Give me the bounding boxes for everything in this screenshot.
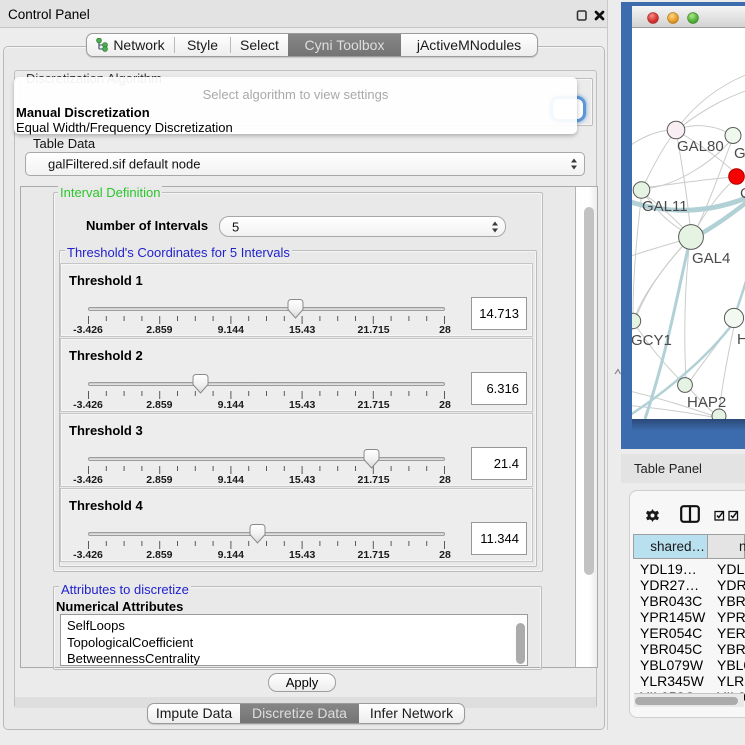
svg-text:GCY1: GCY1	[632, 332, 672, 349]
svg-text:GAL80: GAL80	[677, 138, 724, 155]
svg-text:C: C	[740, 185, 745, 202]
svg-text:GAL11: GAL11	[642, 198, 688, 215]
svg-text:GAL4: GAL4	[692, 250, 730, 267]
svg-text:G: G	[734, 145, 745, 162]
svg-text:HAP2: HAP2	[687, 394, 726, 411]
svg-text:H: H	[737, 331, 745, 348]
